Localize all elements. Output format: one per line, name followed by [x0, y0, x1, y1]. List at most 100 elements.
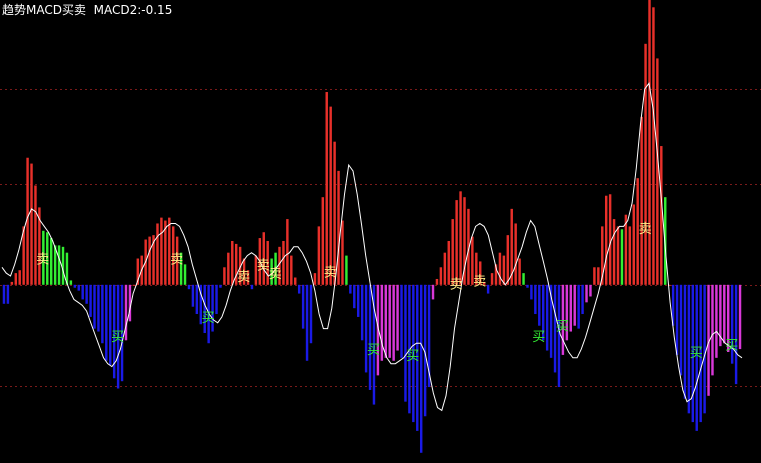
histogram-bar — [589, 284, 592, 297]
histogram-bar — [61, 246, 65, 285]
sell-signal: 卖 — [170, 253, 183, 268]
histogram-bar — [581, 284, 584, 315]
histogram-bar — [215, 284, 218, 315]
histogram-bar — [380, 284, 384, 361]
histogram-bar — [357, 284, 360, 317]
histogram-bar — [640, 116, 643, 285]
histogram-bar — [518, 258, 521, 285]
histogram-bar — [419, 284, 423, 453]
buy-signal: 买 — [725, 339, 738, 354]
histogram-bar — [538, 284, 541, 326]
histogram-bar — [231, 240, 234, 285]
histogram-bar — [333, 141, 336, 285]
histogram-bar — [69, 280, 73, 285]
histogram-bar — [337, 170, 340, 285]
histogram-bar — [632, 204, 635, 285]
histogram-bar — [360, 284, 364, 341]
histogram-bar — [297, 284, 301, 294]
histogram-bar — [93, 284, 96, 329]
histogram-bar — [396, 284, 399, 351]
histogram-bar — [329, 106, 332, 285]
histogram-bar — [85, 284, 88, 304]
histogram-bar — [459, 191, 462, 285]
histogram-bar — [183, 264, 187, 285]
histogram-bar — [81, 284, 84, 300]
histogram-bar — [506, 235, 510, 285]
histogram-bar — [313, 273, 317, 285]
histogram-bar — [187, 284, 191, 290]
histogram-bar — [195, 284, 199, 315]
buy-signal: 买 — [202, 311, 215, 326]
histogram-bar — [490, 273, 494, 285]
histogram-bar — [14, 273, 17, 285]
histogram-bar — [711, 284, 714, 376]
histogram-bar — [124, 284, 128, 341]
histogram-bar — [644, 43, 647, 285]
histogram-bar — [105, 284, 108, 361]
histogram-bar — [660, 146, 663, 285]
histogram-bar — [97, 284, 100, 332]
histogram-bar — [443, 252, 447, 285]
histogram-bar — [168, 217, 171, 285]
histogram-bar — [435, 278, 439, 285]
histogram-bar — [455, 200, 458, 285]
histogram-bar — [317, 226, 321, 285]
histogram-bar — [486, 284, 490, 294]
histogram-bar — [191, 284, 195, 307]
histogram-bar — [616, 226, 620, 285]
histogram-bar — [593, 267, 596, 285]
histogram-bar — [514, 223, 517, 285]
buy-signal: 买 — [690, 346, 703, 361]
histogram-bar — [73, 284, 77, 288]
histogram-bar — [2, 284, 6, 304]
histogram-bar — [400, 284, 403, 358]
histogram-bar — [301, 284, 305, 329]
histogram-bar — [569, 284, 572, 332]
histogram-bar — [325, 92, 328, 285]
buy-signal: 买 — [556, 320, 569, 335]
histogram-bar — [77, 284, 80, 291]
histogram-bar — [648, 0, 651, 285]
histogram-bar — [30, 163, 33, 285]
histogram-bar — [498, 252, 502, 285]
histogram-bar — [656, 58, 659, 285]
histogram-bar — [282, 240, 285, 285]
histogram-bar — [577, 284, 580, 329]
sell-signal: 卖 — [324, 266, 337, 281]
histogram-bar — [294, 277, 297, 285]
histogram-bar — [18, 270, 21, 285]
histogram-bar — [534, 284, 537, 315]
histogram-bar — [223, 267, 226, 285]
histogram-bar — [683, 284, 687, 399]
histogram-bar — [160, 217, 163, 285]
histogram-bar — [10, 281, 14, 285]
histogram-bar — [227, 252, 230, 285]
histogram-bar — [148, 236, 151, 285]
sell-signal: 卖 — [473, 274, 486, 289]
histogram-bar — [522, 273, 525, 285]
histogram-bar — [368, 284, 372, 390]
histogram-bar — [384, 284, 387, 358]
histogram-bar — [34, 185, 37, 285]
histogram-bar — [89, 284, 92, 317]
histogram-bar — [604, 195, 608, 285]
histogram-bar — [349, 284, 352, 294]
histogram-bar — [219, 284, 222, 288]
histogram-bar — [57, 245, 61, 285]
histogram-bar — [431, 284, 435, 300]
histogram-bar — [286, 219, 289, 285]
histogram-bar — [530, 284, 533, 300]
buy-signal: 买 — [111, 330, 124, 345]
histogram-bar — [597, 267, 600, 285]
histogram-bar — [250, 284, 254, 290]
buy-signal: 买 — [367, 343, 380, 358]
buy-signal: 买 — [532, 330, 545, 345]
histogram-bar — [628, 226, 632, 285]
histogram-bar — [109, 284, 112, 366]
sell-signal: 卖 — [237, 270, 250, 285]
histogram-bar — [715, 284, 718, 358]
buy-signal: 买 — [406, 349, 419, 364]
histogram-bar — [679, 284, 683, 376]
histogram-bar — [723, 284, 726, 344]
sell-signal: 卖 — [639, 222, 652, 237]
